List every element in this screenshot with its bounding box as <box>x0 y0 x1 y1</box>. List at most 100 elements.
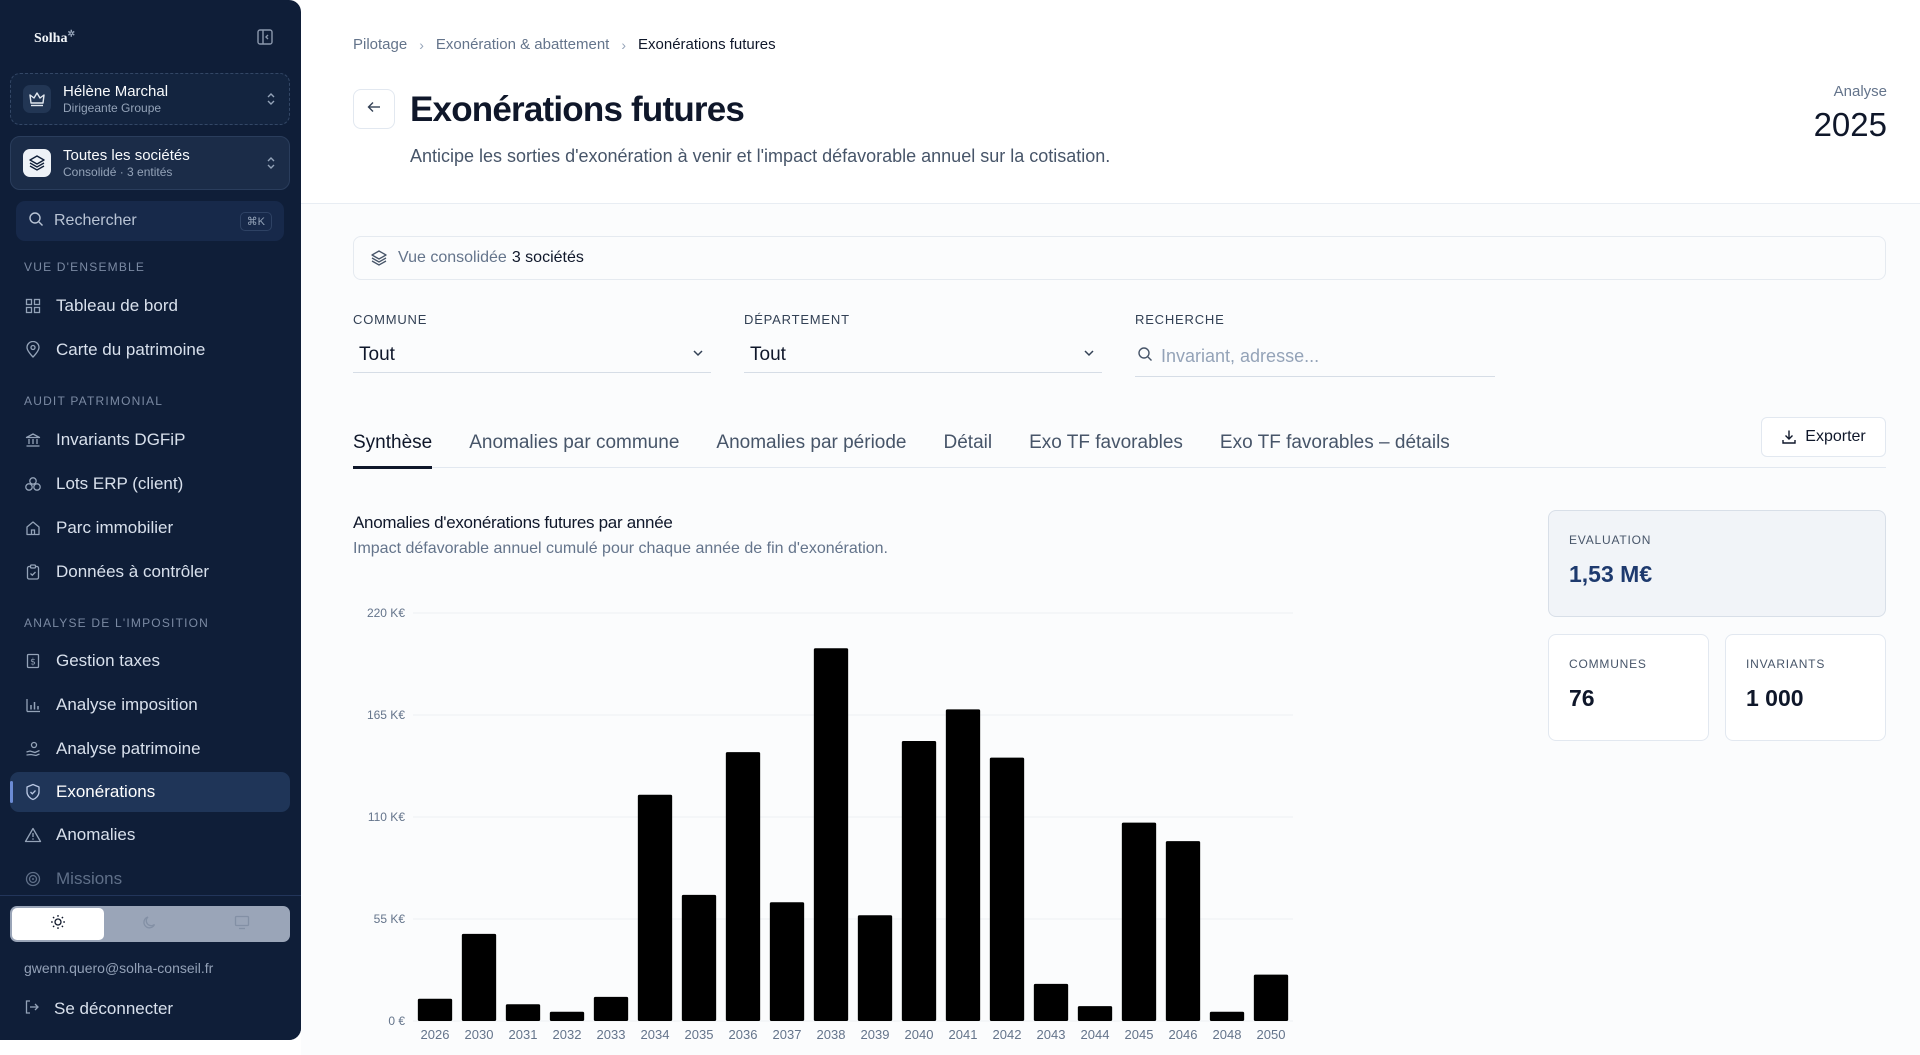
main-content: Pilotage › Exonération & abattement › Ex… <box>301 0 1920 1055</box>
chart-bar-2034[interactable] <box>637 794 673 1021</box>
chart-bar-2043[interactable] <box>1033 983 1069 1021</box>
monitor-icon <box>234 914 250 935</box>
company-switcher[interactable]: Toutes les sociétés Consolidé · 3 entité… <box>10 136 290 190</box>
sidebar-item-lots-erp[interactable]: Lots ERP (client) <box>10 464 290 504</box>
tab-synthese[interactable]: Synthèse <box>353 417 433 469</box>
sidebar-item-anomalies[interactable]: Anomalies <box>10 815 290 855</box>
chart-bar-2046[interactable] <box>1165 841 1201 1021</box>
consolidated-view-banner: Vue consolidée 3 sociétés <box>353 236 1886 280</box>
chart-bar-2044[interactable] <box>1077 1006 1113 1021</box>
moon-icon <box>142 914 158 935</box>
sidebar-item-analyse-imposition[interactable]: Analyse imposition <box>10 685 290 725</box>
kpi-label: COMMUNES <box>1569 657 1647 671</box>
chart-bar-2030[interactable] <box>461 933 497 1021</box>
sidebar-search[interactable]: Rechercher ⌘K <box>16 201 284 241</box>
export-button[interactable]: Exporter <box>1761 417 1886 457</box>
chart-bar-2040[interactable] <box>901 740 937 1021</box>
chart-bar-2033[interactable] <box>593 996 629 1021</box>
sidebar-item-donnees-a-controler[interactable]: Données à contrôler <box>10 552 290 592</box>
export-label: Exporter <box>1805 428 1866 445</box>
recherche-field[interactable] <box>1135 337 1495 377</box>
warning-icon <box>24 826 42 844</box>
kpi-value: 1 000 <box>1746 685 1804 711</box>
crown-icon <box>23 85 51 113</box>
company-detail: Consolidé · 3 entités <box>63 164 173 179</box>
sidebar-item-missions[interactable]: Missions <box>10 859 290 899</box>
x-tick-label: 2044 <box>1081 1027 1110 1042</box>
sidebar: Solha✲ Hélène Marchal Dirigeante Groupe … <box>0 0 301 1040</box>
chart-bar-2050[interactable] <box>1253 974 1289 1021</box>
commune-select[interactable]: Tout <box>353 337 711 373</box>
chart-bar-2032[interactable] <box>549 1011 585 1021</box>
sidebar-item-exonerations[interactable]: Exonérations <box>10 772 290 812</box>
chart-bar-2036[interactable] <box>725 752 761 1021</box>
search-icon <box>28 211 44 232</box>
search-icon <box>1137 346 1153 367</box>
x-tick-label: 2036 <box>729 1027 758 1042</box>
chart-bar-2031[interactable] <box>505 1004 541 1021</box>
chevron-right-icon: › <box>621 36 627 53</box>
kpi-label: INVARIANTS <box>1746 657 1826 671</box>
layers-icon <box>23 149 51 177</box>
target-icon <box>24 870 42 888</box>
sidebar-item-label: Tableau de bord <box>56 296 178 315</box>
tab-anomalies-par-commune[interactable]: Anomalies par commune <box>469 417 679 468</box>
theme-light-option[interactable] <box>12 908 104 940</box>
grid-icon <box>24 297 42 315</box>
theme-toggle[interactable] <box>10 906 290 942</box>
user-name: Hélène Marchal <box>63 82 169 100</box>
chevron-right-icon: › <box>419 36 424 53</box>
sidebar-footer: gwenn.quero@solha-conseil.fr Se déconnec… <box>0 895 301 1040</box>
logout-button[interactable]: Se déconnecter <box>10 990 290 1028</box>
chart-bar-2037[interactable] <box>769 902 805 1021</box>
sidebar-item-tableau-de-bord[interactable]: Tableau de bord <box>10 286 290 326</box>
logout-icon <box>24 999 40 1020</box>
chart-bar-2042[interactable] <box>989 757 1025 1021</box>
logout-label: Se déconnecter <box>54 999 174 1018</box>
page-subtitle: Anticipe les sorties d'exonération à ven… <box>410 146 1111 166</box>
download-icon <box>1781 429 1797 445</box>
y-tick-label: 110 K€ <box>368 810 405 824</box>
consolidated-value: 3 sociétés <box>511 249 584 266</box>
sidebar-item-parc-immobilier[interactable]: Parc immobilier <box>10 508 290 548</box>
recherche-input[interactable] <box>1161 346 1481 367</box>
theme-system-option[interactable] <box>196 908 288 940</box>
tab-exo-tf-favorables-details[interactable]: Exo TF favorables – détails <box>1220 417 1450 468</box>
chart-bar-2026[interactable] <box>417 998 453 1021</box>
chart-bar-2041[interactable] <box>945 709 981 1021</box>
chart-bar-2035[interactable] <box>681 894 717 1021</box>
chart-bar-2045[interactable] <box>1121 822 1157 1021</box>
map-pin-icon <box>24 341 42 359</box>
logo[interactable]: Solha✲ <box>34 28 75 46</box>
x-tick-label: 2042 <box>993 1027 1022 1042</box>
departement-select[interactable]: Tout <box>744 337 1102 373</box>
y-tick-label: 55 K€ <box>374 912 406 926</box>
tab-exo-tf-favorables[interactable]: Exo TF favorables <box>1029 417 1183 468</box>
sidebar-item-analyse-patrimoine[interactable]: Analyse patrimoine <box>10 729 290 769</box>
chart-bar-2039[interactable] <box>857 915 893 1021</box>
sidebar-item-invariants-dgfip[interactable]: Invariants DGFiP <box>10 420 290 460</box>
sidebar-item-label: Carte du patrimoine <box>56 340 206 359</box>
clipboard-check-icon <box>24 563 42 581</box>
back-button[interactable] <box>353 89 395 129</box>
tab-detail[interactable]: Détail <box>944 417 993 468</box>
theme-dark-option[interactable] <box>104 908 196 940</box>
chart-bar-2048[interactable] <box>1209 1011 1245 1021</box>
analysis-year[interactable]: 2025 <box>1814 106 1887 144</box>
tab-anomalies-par-periode[interactable]: Anomalies par période <box>716 417 906 468</box>
sidebar-item-label: Analyse imposition <box>56 695 198 714</box>
sidebar-item-gestion-taxes[interactable]: $ Gestion taxes <box>10 641 290 681</box>
chart-bar-2038[interactable] <box>813 648 849 1021</box>
sidebar-item-carte-du-patrimoine[interactable]: Carte du patrimoine <box>10 330 290 370</box>
x-tick-label: 2035 <box>685 1027 714 1042</box>
breadcrumb-item[interactable]: Exonération & abattement <box>436 36 609 53</box>
x-tick-label: 2043 <box>1037 1027 1066 1042</box>
sidebar-collapse-icon[interactable] <box>256 28 274 46</box>
consolidated-prefix: Vue consolidée <box>398 249 507 266</box>
user-switcher[interactable]: Hélène Marchal Dirigeante Groupe <box>10 73 290 125</box>
sidebar-item-label: Données à contrôler <box>56 562 210 581</box>
search-shortcut: ⌘K <box>239 211 272 231</box>
user-email: gwenn.quero@solha-conseil.fr <box>24 960 214 976</box>
page-title: Exonérations futures <box>410 90 745 129</box>
breadcrumb-item[interactable]: Pilotage <box>353 36 407 53</box>
